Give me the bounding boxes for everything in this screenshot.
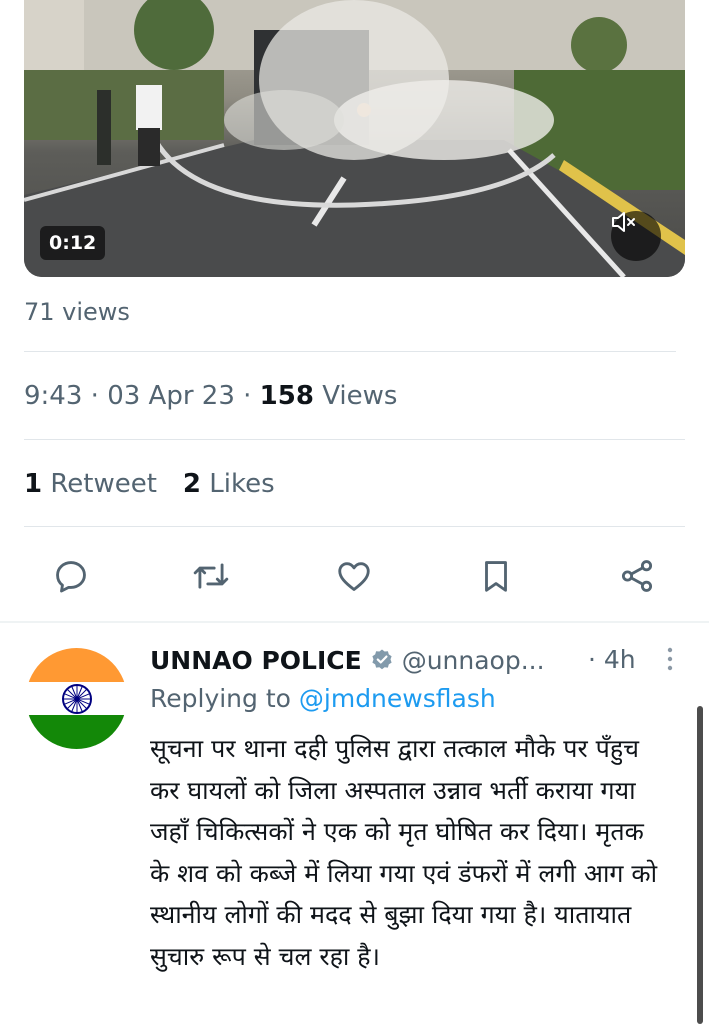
views-count: 158 bbox=[259, 381, 314, 411]
replying-to-link[interactable]: @jmdnewsflash bbox=[299, 684, 496, 713]
video-player[interactable]: 0:12 bbox=[24, 0, 685, 277]
share-icon bbox=[621, 560, 653, 592]
tweet-timestamp-row: 9:43 · 03 Apr 23 · 158 Views bbox=[24, 381, 397, 411]
mute-button[interactable] bbox=[611, 211, 661, 261]
video-view-count: 71 views bbox=[24, 298, 130, 326]
ashoka-chakra-icon bbox=[62, 684, 92, 714]
views-label: Views bbox=[313, 381, 398, 411]
replying-prefix: Replying to bbox=[150, 684, 299, 713]
bookmark-button[interactable] bbox=[474, 554, 518, 598]
author-name[interactable]: UNNAO POLICE bbox=[150, 646, 362, 675]
verified-badge-icon bbox=[370, 648, 394, 672]
speaker-muted-icon bbox=[612, 212, 635, 232]
flag-saffron-band bbox=[26, 648, 127, 682]
separator: · bbox=[82, 381, 108, 411]
bookmark-icon bbox=[485, 561, 507, 592]
share-button[interactable] bbox=[615, 554, 659, 598]
like-button[interactable] bbox=[332, 554, 376, 598]
retweet-button[interactable] bbox=[189, 554, 233, 598]
separator: · bbox=[234, 381, 260, 411]
likes-link[interactable]: 2 Likes bbox=[183, 469, 275, 499]
tweet-time: 9:43 bbox=[24, 381, 83, 411]
divider bbox=[24, 439, 685, 440]
video-frame-illustration bbox=[24, 0, 685, 277]
retweet-icon bbox=[193, 563, 229, 589]
likes-label: Likes bbox=[201, 469, 275, 499]
likes-count: 2 bbox=[182, 469, 201, 499]
scrollbar[interactable] bbox=[697, 706, 703, 1024]
retweets-label: Retweet bbox=[42, 469, 157, 499]
reply-button[interactable] bbox=[49, 554, 93, 598]
retweets-link[interactable]: 1 Retweet bbox=[24, 469, 157, 499]
section-divider bbox=[0, 621, 709, 623]
reply-time[interactable]: · 4h bbox=[588, 642, 636, 678]
tweet-date: 03 Apr 23 bbox=[107, 381, 235, 411]
reply-tweet-text: सूचना पर थाना दही पुलिस द्वारा तत्काल मौ… bbox=[150, 734, 658, 971]
divider bbox=[24, 351, 676, 352]
retweets-count: 1 bbox=[24, 469, 43, 499]
replying-to-line: Replying to @jmdnewsflash bbox=[150, 684, 496, 713]
avatar[interactable] bbox=[26, 648, 127, 749]
flag-green-band bbox=[26, 715, 127, 749]
video-timer: 0:12 bbox=[40, 226, 106, 260]
divider bbox=[24, 526, 685, 527]
reply-author-row: UNNAO POLICE @unnaop... bbox=[150, 642, 545, 678]
engagement-stats: 1 Retweet 2 Likes bbox=[24, 469, 275, 499]
more-options-icon[interactable] bbox=[664, 646, 676, 674]
reply-icon bbox=[56, 561, 86, 593]
tweet-action-bar bbox=[0, 548, 709, 604]
like-icon bbox=[338, 562, 370, 591]
author-handle[interactable]: @unnaop... bbox=[402, 646, 545, 675]
